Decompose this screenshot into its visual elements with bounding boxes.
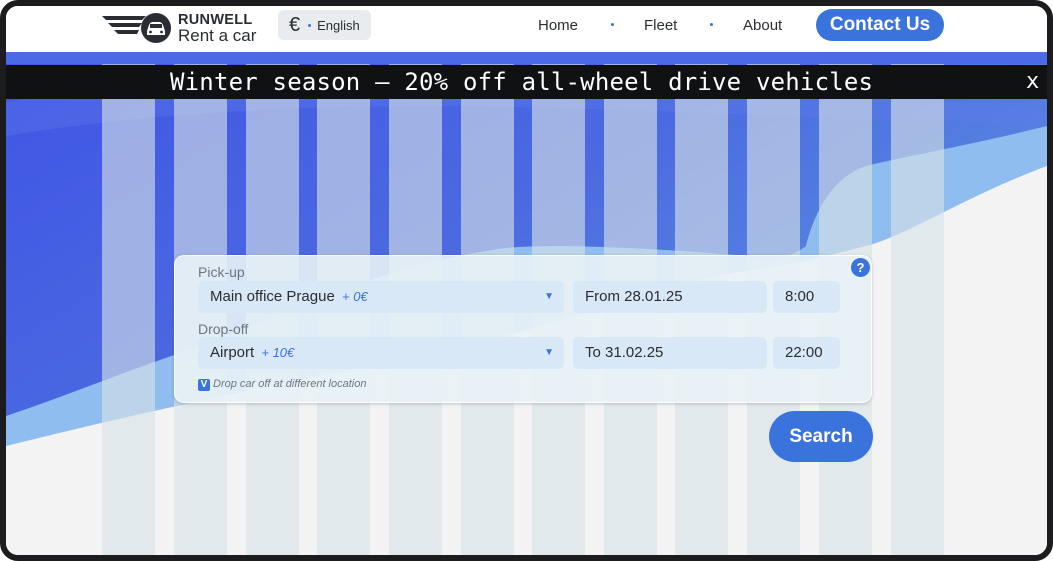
dropoff-time-value: 22:00 bbox=[785, 344, 823, 361]
triangle-down-icon: ▼ bbox=[544, 347, 554, 358]
car-wings-icon bbox=[102, 13, 171, 43]
pickup-location-select[interactable]: Main office Prague + 0€ ▼ bbox=[198, 281, 564, 313]
dropoff-date-field[interactable]: To 31.02.25 bbox=[573, 337, 767, 369]
close-icon[interactable]: x bbox=[1026, 65, 1039, 99]
pickup-date-field[interactable]: From 28.01.25 bbox=[573, 281, 767, 313]
question-icon[interactable]: ? bbox=[851, 258, 870, 277]
site-header: RUNWELL Rent a car € English Home Fleet … bbox=[6, 6, 1047, 52]
dropoff-date-value: To 31.02.25 bbox=[585, 344, 664, 361]
different-location-label[interactable]: Drop car off at different location bbox=[213, 378, 366, 390]
nav-home[interactable]: Home bbox=[538, 17, 578, 34]
nav-separator-dot bbox=[611, 23, 614, 26]
pickup-time-value: 8:00 bbox=[785, 288, 815, 305]
dropoff-location-select[interactable]: Airport + 10€ ▼ bbox=[198, 337, 564, 369]
pickup-label: Pick-up bbox=[198, 264, 245, 280]
dropoff-surcharge: + 10€ bbox=[261, 345, 295, 360]
header-accent-stripe bbox=[6, 52, 1047, 64]
pickup-date-value: From 28.01.25 bbox=[585, 288, 683, 305]
pickup-location-value: Main office Prague bbox=[210, 288, 335, 305]
nav-about[interactable]: About bbox=[743, 17, 782, 34]
currency-language-selector[interactable]: € English bbox=[278, 10, 371, 40]
promo-banner-text: Winter season – 20% off all-wheel drive … bbox=[170, 68, 874, 96]
pickup-surcharge: + 0€ bbox=[341, 289, 368, 304]
brand-name: RUNWELL Rent a car bbox=[178, 13, 257, 45]
pickup-time-field[interactable]: 8:00 bbox=[773, 281, 840, 313]
dropoff-location-value: Airport bbox=[210, 344, 255, 361]
triangle-down-icon: ▼ bbox=[544, 291, 554, 302]
search-button[interactable]: Search bbox=[769, 411, 873, 462]
brand-logo[interactable]: RUNWELL Rent a car bbox=[102, 9, 256, 47]
dropoff-time-field[interactable]: 22:00 bbox=[773, 337, 840, 369]
checkbox-icon[interactable]: V bbox=[198, 379, 210, 391]
currency-symbol[interactable]: € bbox=[289, 14, 300, 37]
language-label[interactable]: English bbox=[317, 18, 360, 33]
brand-name-line2: Rent a car bbox=[178, 26, 257, 45]
promo-banner: Winter season – 20% off all-wheel drive … bbox=[6, 65, 1047, 99]
nav-fleet[interactable]: Fleet bbox=[644, 17, 677, 34]
contact-us-button[interactable]: Contact Us bbox=[816, 9, 944, 41]
app-frame: RUNWELL Rent a car € English Home Fleet … bbox=[0, 0, 1053, 561]
separator-dot bbox=[308, 23, 312, 27]
dropoff-label: Drop-off bbox=[198, 321, 249, 337]
nav-separator-dot bbox=[710, 23, 713, 26]
